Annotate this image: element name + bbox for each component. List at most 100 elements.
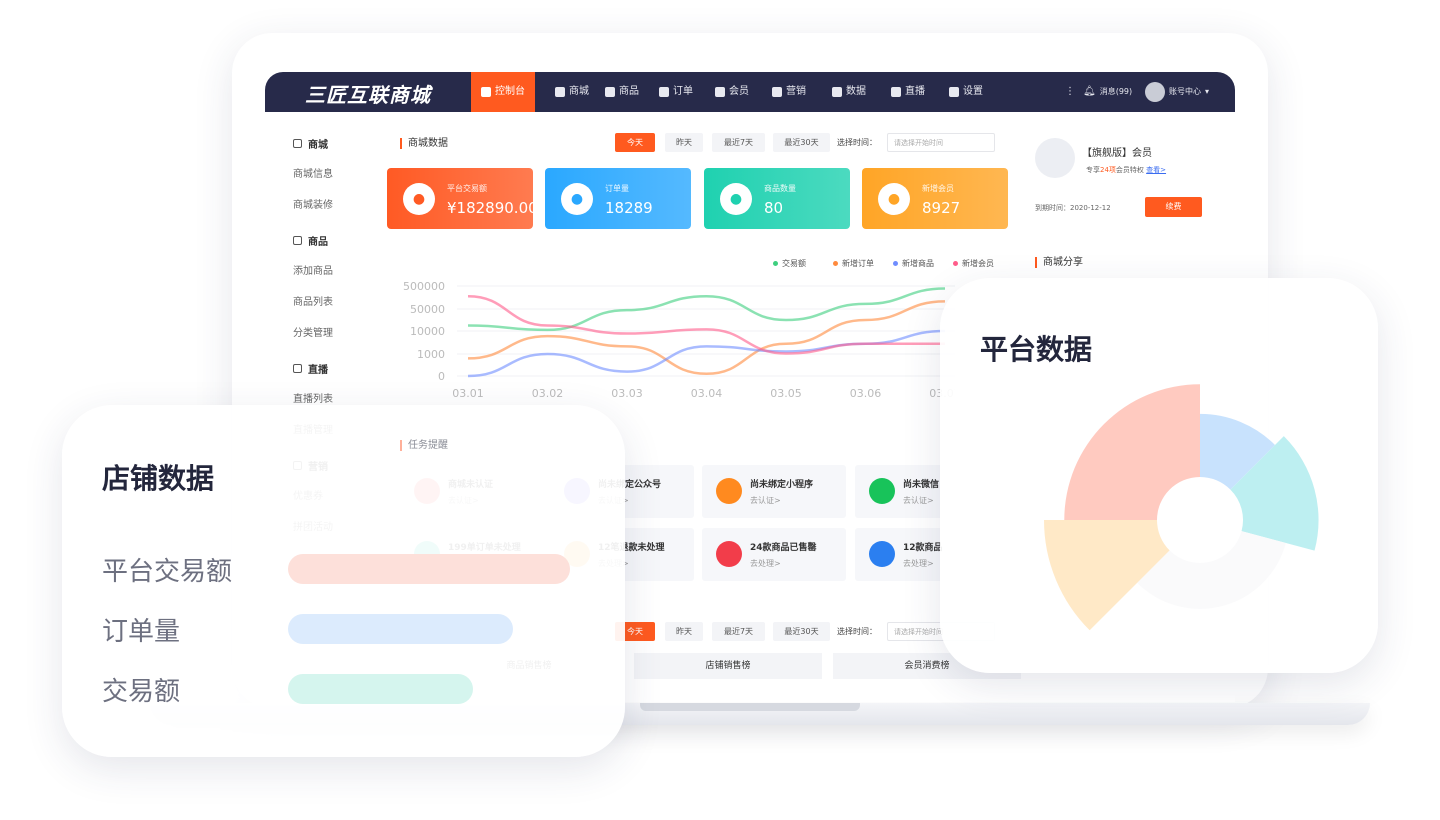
task-link[interactable]: 去认证> — [750, 495, 781, 506]
sidebar-group[interactable]: 商城 — [293, 136, 328, 151]
stat-card[interactable]: ● 商品数量 80 — [704, 168, 850, 229]
stat-card[interactable]: ● 订单量 18289 — [545, 168, 691, 229]
x-tick-label: 03.03 — [611, 387, 643, 400]
legend-label: 交易额 — [782, 259, 806, 268]
clipboard-icon: ● — [561, 183, 593, 215]
order-icon — [659, 87, 669, 97]
sidebar-group[interactable]: 商品 — [293, 233, 328, 248]
perk-suffix: 会员特权 — [1115, 166, 1144, 174]
sidebar-item[interactable]: 商城信息 — [293, 165, 333, 180]
sidebar-label: 商城 — [308, 140, 328, 151]
date-input[interactable]: 请选择开始时间 — [887, 133, 995, 152]
store-row-bar — [288, 674, 473, 704]
sidebar-group[interactable]: 直播 — [293, 361, 328, 376]
sidebar-item[interactable]: 商品列表 — [293, 293, 333, 308]
bottom-filter-2[interactable]: 最近7天 — [712, 622, 765, 641]
sidebar-label: 商品 — [308, 237, 328, 248]
view-link[interactable]: 查看> — [1146, 166, 1166, 174]
task-icon — [716, 541, 742, 567]
marketing-icon — [772, 87, 782, 97]
nav-item-4[interactable]: 会员 — [715, 72, 749, 112]
bottom-filter-1[interactable]: 昨天 — [665, 622, 703, 641]
top-filter-2[interactable]: 最近7天 — [712, 133, 765, 152]
nav-label: 设置 — [963, 86, 983, 97]
task-card[interactable]: 24款商品已售罄 去处理> — [702, 528, 846, 581]
store-row-bar — [288, 554, 571, 584]
nav-label: 数据 — [846, 86, 866, 97]
task-link[interactable]: 去处理> — [750, 558, 781, 569]
nav-item-0[interactable]: 控制台 — [471, 72, 535, 112]
sidebar-label: 直播 — [308, 365, 328, 376]
nav-label: 直播 — [905, 86, 925, 97]
group-icon — [293, 364, 302, 373]
nav-item-1[interactable]: 商城 — [555, 72, 589, 112]
nav-item-5[interactable]: 营销 — [772, 72, 806, 112]
stat-card[interactable]: ● 新增会员 8927 — [862, 168, 1008, 229]
pie-icon — [832, 87, 842, 97]
top-filter-3[interactable]: 最近30天 — [773, 133, 830, 152]
nav-item-7[interactable]: 直播 — [891, 72, 925, 112]
sidebar-item[interactable]: 商城装修 — [293, 196, 333, 211]
task-card[interactable]: 尚未绑定小程序 去认证> — [702, 465, 846, 518]
user-icon — [715, 87, 725, 97]
sidebar-label: 商城信息 — [293, 169, 333, 180]
nav-label: 商城 — [569, 86, 589, 97]
sidebar-item[interactable]: 直播列表 — [293, 390, 333, 405]
nav-label: 营销 — [786, 86, 806, 97]
member-perks: 专享24项会员特权 查看> — [1086, 165, 1166, 175]
stat-value: 18289 — [605, 199, 653, 217]
tasks-title: 任务提醒 — [400, 440, 448, 451]
task-title: 尚未微信 — [903, 480, 940, 490]
bag-icon — [605, 87, 615, 97]
task-icon — [869, 541, 895, 567]
sidebar-label: 直播列表 — [293, 394, 333, 405]
gear-icon — [949, 87, 959, 97]
shop-icon — [555, 87, 565, 97]
legend-label: 新增会员 — [962, 259, 994, 268]
rank-tab-1[interactable]: 店铺销售榜 — [634, 653, 822, 679]
stat-label: 订单量 — [605, 184, 629, 193]
task-icon — [716, 478, 742, 504]
sidebar-item[interactable]: 添加商品 — [293, 262, 333, 277]
stat-label: 平台交易额 — [447, 184, 487, 193]
task-title: 12款商品 — [903, 543, 943, 553]
top-filter-1[interactable]: 昨天 — [665, 133, 703, 152]
avatar[interactable] — [1145, 82, 1165, 102]
y-tick-label: 50000 — [410, 303, 445, 316]
nav-item-2[interactable]: 商品 — [605, 72, 639, 112]
y-tick-label: 500000 — [403, 280, 445, 293]
top-filter-0[interactable]: 今天 — [615, 133, 655, 152]
legend-item: 新增订单 — [833, 258, 874, 269]
legend-item: 新增会员 — [953, 258, 994, 269]
chevron-down-icon: ▾ — [1205, 87, 1210, 96]
x-tick-label: 03.05 — [770, 387, 802, 400]
bottom-filter-3[interactable]: 最近30天 — [773, 622, 830, 641]
member-title: 【旗舰版】会员 — [1082, 148, 1152, 159]
stat-card[interactable]: ● 平台交易额 ¥182890.00 — [387, 168, 533, 229]
legend-dot — [773, 261, 778, 266]
top-nav: 三匠互联商城 ⋮ 🔔︎ 消息(99) 账号中心 ▾ 控制台 商城 商品 订单 会员 营销 数据 直… — [265, 72, 1235, 112]
sidebar-item[interactable]: 分类管理 — [293, 324, 333, 339]
perk-prefix: 专享 — [1086, 166, 1100, 174]
sidebar-label: 分类管理 — [293, 328, 333, 339]
group-icon — [293, 139, 302, 148]
time-label: 选择时间： — [837, 627, 877, 636]
legend-label: 新增订单 — [842, 259, 874, 268]
sidebar-label: 商品列表 — [293, 297, 333, 308]
messages-button[interactable]: 🔔︎ 消息(99) — [1083, 72, 1132, 112]
logo: 三匠互联商城 — [305, 83, 431, 107]
task-icon — [869, 478, 895, 504]
nav-item-8[interactable]: 设置 — [949, 72, 983, 112]
nav-item-3[interactable]: 订单 — [659, 72, 693, 112]
nav-item-6[interactable]: 数据 — [832, 72, 866, 112]
account-menu[interactable]: 账号中心 ▾ — [1169, 72, 1209, 112]
task-title: 尚未绑定小程序 — [750, 480, 814, 490]
store-card-title: 店铺数据 — [102, 462, 215, 495]
task-link[interactable]: 去处理> — [903, 558, 934, 569]
store-row-label: 订单量 — [102, 617, 181, 647]
task-link[interactable]: 去认证> — [903, 495, 934, 506]
legend-dot — [833, 261, 838, 266]
nav-label: 会员 — [729, 86, 749, 97]
renew-button[interactable]: 续费 — [1145, 197, 1202, 217]
more-icon[interactable]: ⋮ — [1065, 72, 1075, 112]
